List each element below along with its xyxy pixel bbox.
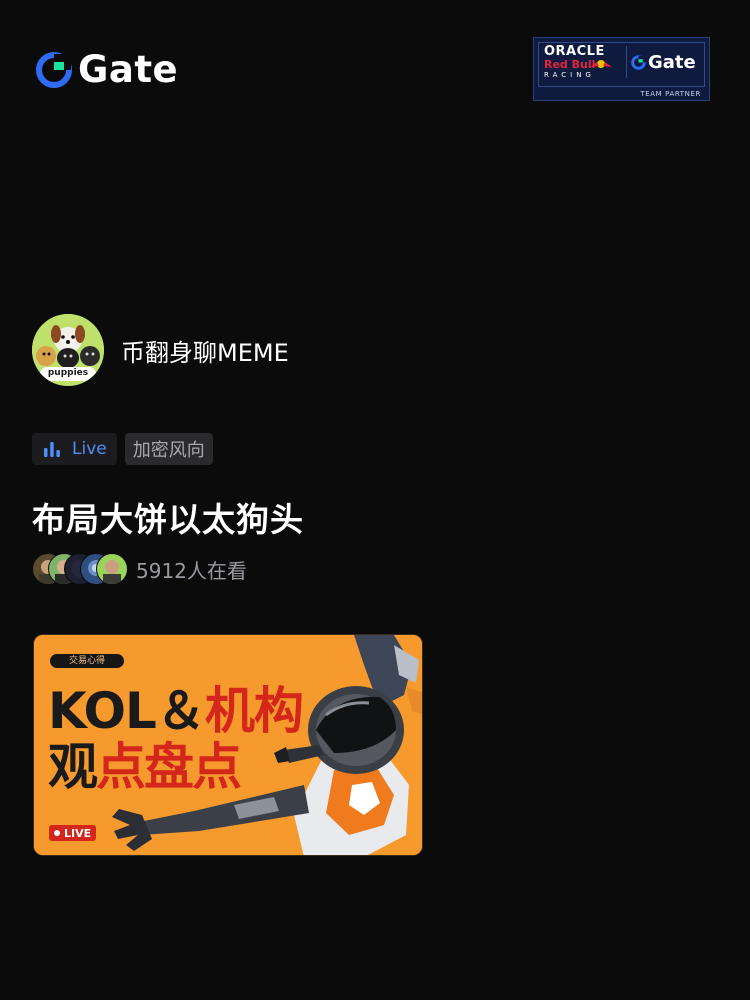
channel-avatar[interactable]: puppies	[32, 314, 104, 386]
gate-brand[interactable]: Gate	[36, 50, 178, 90]
partner-divider	[626, 46, 627, 78]
viewer-avatar	[96, 553, 128, 585]
banner-topic-pill: 交易心得	[50, 654, 124, 668]
avatar-logo-text: puppies	[47, 368, 89, 378]
live-label: Live	[72, 439, 107, 459]
banner-headline-view: 观	[48, 738, 98, 796]
banner-headline-review: 点盘点	[96, 738, 242, 796]
team-partner-label: TEAM PARTNER	[640, 90, 701, 98]
gate-logo-icon	[631, 55, 646, 70]
team-partner-badge: ORACLE Red Bull RACING Gate TEAM PARTNER	[533, 37, 710, 101]
channel-info[interactable]: puppies 币翻身聊MEME	[32, 314, 289, 386]
banner-headline-line2: 观点盘点	[48, 727, 242, 799]
partner-gate-name: Gate	[648, 52, 696, 73]
redbull-icon	[590, 60, 612, 68]
banner-live-badge: LIVE	[49, 825, 97, 841]
live-tag: Live	[32, 433, 117, 465]
brand-name: Gate	[78, 48, 179, 91]
oracle-wordmark: ORACLE	[544, 44, 605, 59]
viewer-info: 5912人在看	[32, 553, 247, 585]
banner-live-label: LIVE	[64, 826, 92, 840]
stream-banner[interactable]: 交易心得 KOL＆机构 观点盘点 LIVE	[33, 634, 423, 856]
redbull-wordmark: Red Bull	[544, 58, 596, 71]
channel-name[interactable]: 币翻身聊MEME	[121, 333, 289, 368]
stream-title: 布局大饼以太狗头	[32, 500, 304, 539]
category-tag[interactable]: 加密风向	[124, 433, 213, 465]
live-dot-icon	[54, 830, 60, 836]
live-bars-icon	[44, 442, 60, 457]
viewer-avatars	[32, 553, 128, 585]
racing-wordmark: RACING	[544, 71, 595, 79]
partner-gate-logo: Gate	[631, 52, 696, 73]
stream-tags: Live 加密风向	[32, 433, 213, 465]
gate-logo-icon	[36, 52, 72, 88]
viewer-count: 5912人在看	[136, 558, 247, 583]
category-label: 加密风向	[132, 440, 205, 461]
